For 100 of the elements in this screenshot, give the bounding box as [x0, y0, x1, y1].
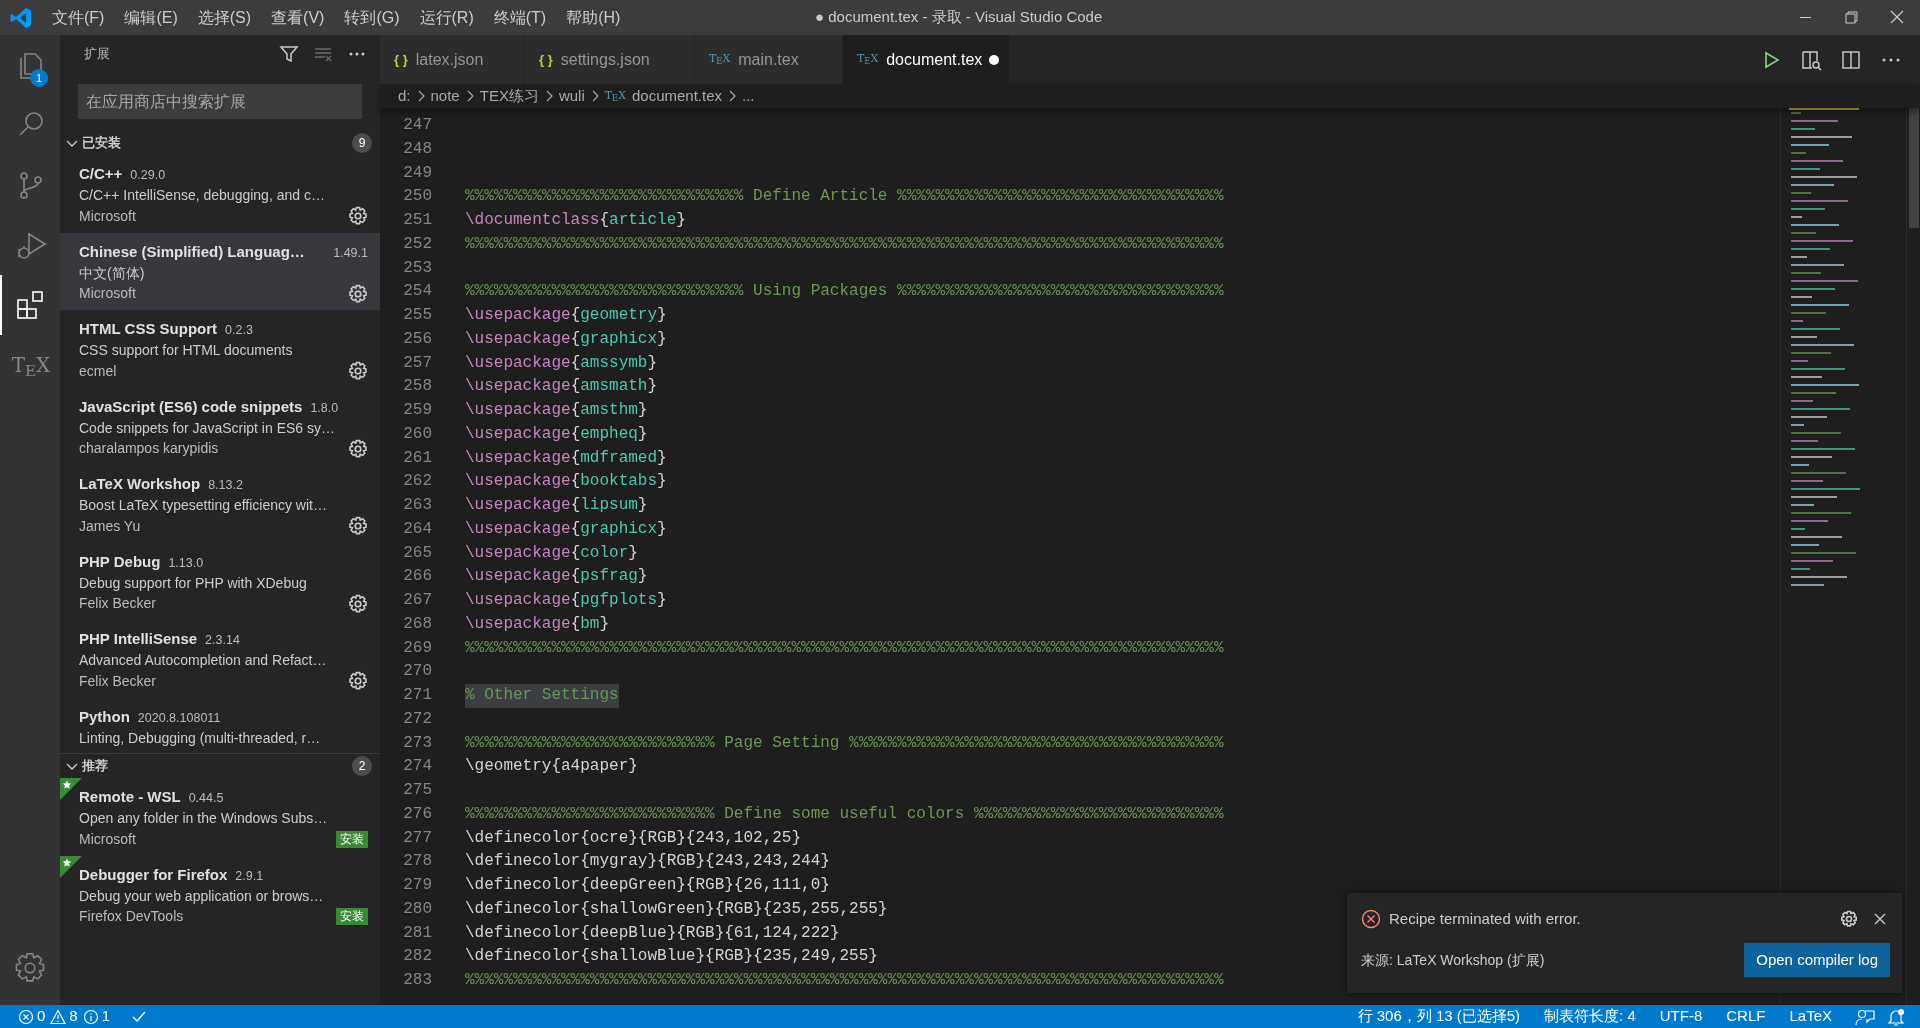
breadcrumb-item[interactable]: note — [430, 84, 460, 108]
breadcrumb-item[interactable]: ... — [742, 84, 755, 108]
extension-item[interactable]: Debugger for Firefox 2.9.1 Debug your web application or brows… Firefox DevTools 安装 — [60, 855, 380, 933]
extension-description: Linting, Debugging (multi-threaded, r… — [79, 728, 322, 748]
preview-icon[interactable] — [1800, 48, 1822, 71]
extension-description: Debug your web application or brows… — [79, 886, 325, 906]
extension-item[interactable]: Chinese (Simplified) Languag… 1.49.1 中文(简体) Microsoft — [60, 232, 380, 310]
problems-status[interactable]: 0 8 1 — [0, 1005, 111, 1028]
open-compiler-log-button[interactable]: Open compiler log — [1744, 943, 1890, 977]
split-editor-icon[interactable] — [1840, 48, 1862, 71]
line-number: 265 — [402, 542, 432, 564]
install-button[interactable]: 安装 — [336, 908, 368, 925]
line-number: 258 — [402, 376, 432, 398]
warning-icon — [50, 1008, 67, 1025]
extension-description: Boost LaTeX typesetting efficiency wit… — [79, 496, 328, 515]
activity-item[interactable]: 1 — [0, 35, 60, 95]
scrollbar[interactable] — [1906, 108, 1920, 1005]
code-token: { — [570, 447, 581, 469]
manage-gear-icon[interactable] — [348, 438, 368, 459]
section-header[interactable]: 已安装 — [82, 133, 352, 153]
extension-item[interactable]: JavaScript (ES6) code snippets 1.8.0 Code snippets for JavaScript in ES6 sy… charalampos karypidis — [60, 387, 380, 465]
editor-tab[interactable]: { } settings.json — [525, 35, 695, 84]
status-item[interactable]: 制表符长度: 4 — [1532, 1005, 1648, 1028]
extension-item[interactable]: PHP IntelliSense 2.3.14 Advanced Autocompletion and Refact… Felix Becker — [60, 620, 380, 698]
extension-version: 1.8.0 — [310, 399, 339, 417]
status-item[interactable]: 行 306，列 13 (已选择5) — [1345, 1005, 1533, 1028]
extension-name: Remote - WSL — [79, 787, 181, 807]
code-token: %%%%%%%%%%%%%%%%%%%%%%%%%%%%%%%%%%%%%%%%%%%%%%%%%%%%%%%%%%%%%%%%%%%%%%%%%%%%%%% — [465, 637, 1224, 659]
line-number: 247 — [402, 115, 432, 136]
code-token: booktabs — [580, 471, 658, 493]
recommended-star-icon — [60, 778, 82, 800]
line-number: 266 — [402, 566, 432, 588]
line-number: 261 — [402, 447, 432, 469]
extension-description: Code snippets for JavaScript in ES6 sy… — [79, 418, 336, 438]
install-button[interactable]: 安装 — [336, 830, 368, 848]
line-number: 257 — [402, 352, 432, 374]
code-token: \usepackage — [465, 376, 571, 398]
code-token: article — [609, 210, 677, 231]
extension-author: James Yu — [79, 516, 142, 536]
code-token: \usepackage — [465, 423, 571, 445]
manage-gear-icon[interactable] — [348, 671, 368, 691]
line-number: 274 — [402, 756, 432, 778]
status-item[interactable]: CRLF — [1714, 1005, 1778, 1028]
section-header[interactable]: 推荐 — [82, 756, 352, 776]
menu-item[interactable]: 帮助(H) — [556, 5, 631, 30]
code-token: amssymb — [580, 352, 648, 374]
code-token: } — [657, 305, 667, 326]
feedback-icon[interactable] — [1854, 1007, 1876, 1026]
editor-tab[interactable]: T$_{E}$X main.tex — [695, 35, 843, 84]
code-token: %%%%%%%%%%%%%%%%%%%%%%%%%%%%% Using Packages %%%%%%%%%%%%%%%%%%%%%%%%%%%%%%%%%% — [465, 281, 1224, 303]
menu-item[interactable]: 终端(T) — [483, 5, 557, 30]
extension-item[interactable]: C/C++ 0.29.0 C/C++ IntelliSense, debugging, and c… Microsoft — [60, 155, 380, 233]
extension-item[interactable]: PHP Debug 1.13.0 Debug support for PHP with XDebug Felix Becker — [60, 542, 380, 620]
window-title: ● document.tex - 录取 - Visual Studio Code — [815, 7, 1103, 28]
manage-gear-icon[interactable] — [348, 283, 368, 304]
extension-item[interactable]: LaTeX Workshop 8.13.2 Boost LaTeX typesetting efficiency wit… James Yu — [60, 465, 380, 543]
menu-item[interactable]: 文件(F) — [42, 5, 115, 30]
code-token: } — [628, 542, 638, 564]
editor-tab[interactable]: T$_{E}$X document.tex — [843, 35, 1010, 84]
menu-item[interactable]: 选择(S) — [187, 5, 262, 30]
code-token: \usepackage — [465, 328, 571, 350]
editor-tab[interactable]: { } latex.json — [380, 35, 525, 84]
extension-item[interactable]: HTML CSS Support 0.2.3 CSS support for HTML documents ecmel — [60, 310, 380, 388]
code-token: { — [570, 328, 581, 350]
search-field[interactable]: 在应用商店中搜索扩展 — [78, 84, 362, 119]
code-token: \usepackage — [465, 518, 571, 540]
status-item[interactable]: LaTeX — [1777, 1005, 1844, 1028]
tex-label: T$_{E}$X — [11, 352, 51, 380]
error-icon — [1361, 909, 1381, 929]
breadcrumb-item[interactable]: d: — [398, 84, 411, 108]
close-icon[interactable] — [1872, 911, 1888, 927]
code-token: { — [570, 518, 581, 540]
extension-item[interactable]: Python 2020.8.108011 Linting, Debugging (multi-threaded, r… — [60, 697, 380, 753]
line-number: 278 — [402, 851, 432, 873]
code-token: bm — [580, 613, 600, 635]
line-number: 256 — [402, 328, 432, 350]
menu-item[interactable]: 运行(R) — [409, 5, 484, 30]
manage-gear-icon[interactable] — [348, 206, 368, 226]
manage-gear-icon[interactable] — [348, 593, 368, 614]
filter-icon[interactable] — [278, 43, 300, 65]
extension-version: 0.2.3 — [225, 322, 253, 339]
extension-item[interactable]: Remote - WSL 0.44.5 Open any folder in the Windows Subs… Microsoft 安装 — [60, 778, 380, 856]
code-token: } — [657, 518, 667, 540]
notifications-icon[interactable] — [1886, 1007, 1906, 1026]
menu-item[interactable]: 查看(V) — [261, 5, 335, 30]
breadcrumb-item[interactable]: TEX练习 — [479, 84, 539, 108]
code-token: { — [599, 210, 610, 231]
manage-gear-icon[interactable] — [348, 516, 368, 536]
breadcrumb-item[interactable]: document.tex — [631, 84, 723, 108]
extension-author: ecmel — [79, 361, 118, 381]
extension-author: Microsoft — [79, 284, 137, 303]
status-item[interactable]: UTF-8 — [1647, 1005, 1715, 1028]
line-number: 250 — [402, 186, 432, 208]
manage-gear-icon[interactable] — [348, 361, 368, 381]
menu-item[interactable]: 转到(G) — [334, 5, 410, 30]
extension-description: Advanced Autocompletion and Refact… — [79, 651, 328, 670]
menu-item[interactable]: 编辑(E) — [114, 5, 188, 30]
app-logo-icon — [9, 5, 33, 30]
breadcrumb-item[interactable]: wuli — [558, 84, 585, 108]
settings-icon[interactable] — [1840, 910, 1858, 928]
